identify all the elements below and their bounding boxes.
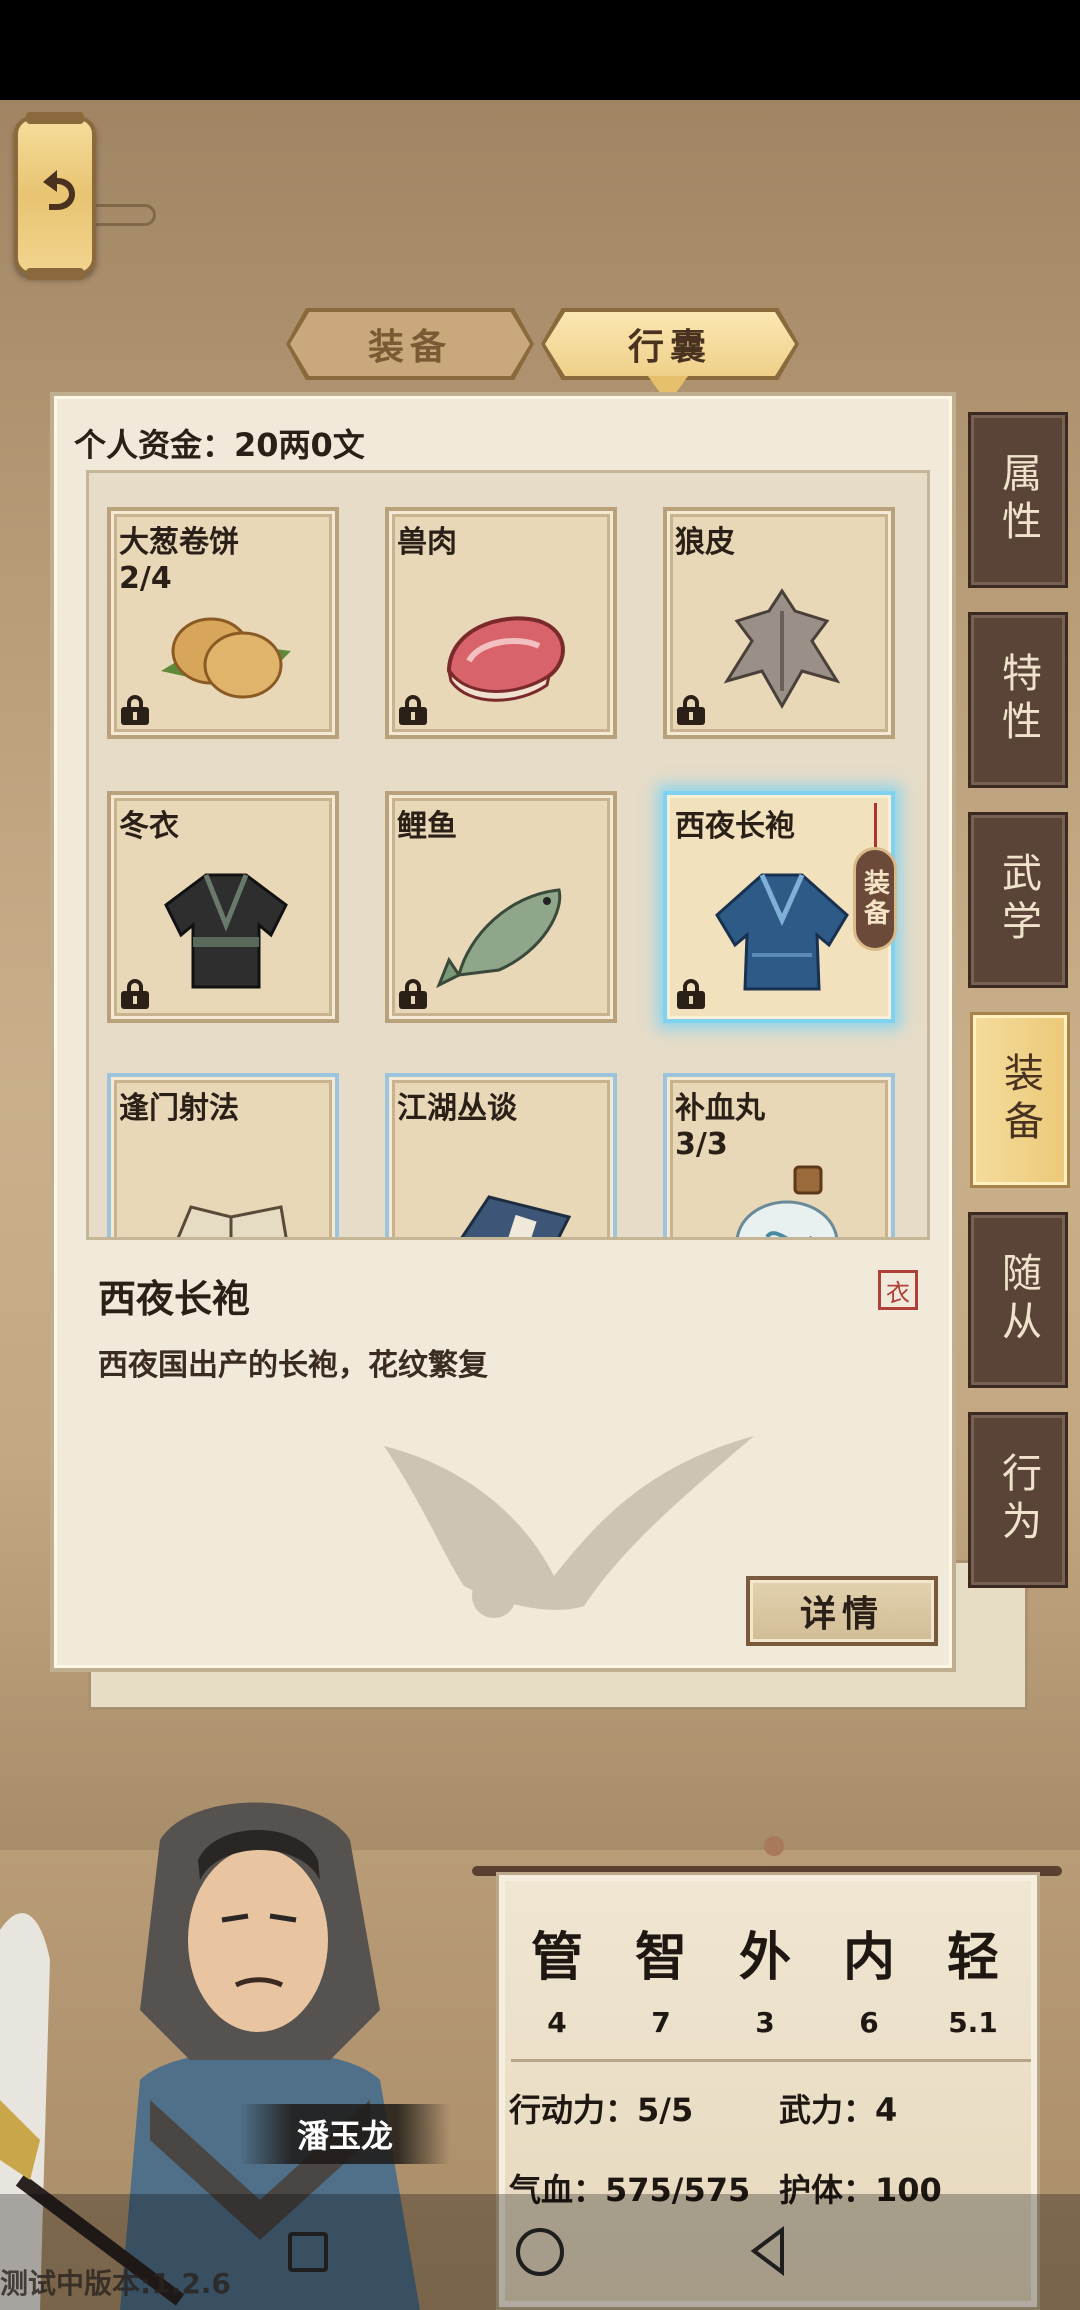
side-tab-equipment[interactable]: 装备: [970, 1012, 1070, 1188]
item-name: 鲤鱼: [397, 809, 457, 844]
equipped-tag: 装备: [853, 847, 897, 951]
funds-label: 个人资金：20两0文: [74, 426, 365, 464]
side-tab-attributes[interactable]: 属性: [968, 412, 1068, 588]
stat-value: 7: [651, 2006, 671, 2039]
stat-label: 外: [738, 1927, 791, 1988]
lock-icon: [399, 979, 427, 1009]
item-name: 冬衣: [119, 809, 179, 844]
back-arrow-icon: [29, 164, 81, 229]
status-bar: [0, 0, 1080, 100]
tab-equipment[interactable]: 装备: [290, 312, 530, 376]
scallion-pancake-icon: [161, 617, 291, 699]
lock-icon: [677, 979, 705, 1009]
side-tab-actions[interactable]: 行为: [968, 1412, 1068, 1588]
details-button[interactable]: 详情: [746, 1576, 938, 1646]
martial-power: 武力：4: [779, 2091, 898, 2129]
item-name: 西夜长袍: [675, 809, 795, 844]
side-tab-traits[interactable]: 特性: [968, 612, 1068, 788]
item-name: 逢门射法: [119, 1091, 239, 1126]
meat-icon: [446, 616, 565, 702]
stat-value: 5.1: [948, 2006, 998, 2039]
stat-manage: 管 4: [517, 1915, 597, 2039]
item-name: 狼皮: [675, 525, 735, 560]
stat-internal: 内 6: [829, 1915, 909, 2039]
lock-icon: [399, 695, 427, 725]
bird-decoration: [384, 1436, 754, 1618]
lock-icon: [121, 979, 149, 1009]
nav-back-button[interactable]: [748, 2226, 788, 2276]
bag-panel: 个人资金：20两0文 大葱卷饼 2/4 兽肉 狼皮 冬衣 鲤鱼 西夜长袍 装备 …: [50, 392, 956, 1672]
item-slot-carp[interactable]: 鲤鱼: [385, 791, 617, 1023]
item-grid[interactable]: 大葱卷饼 2/4 兽肉 狼皮 冬衣 鲤鱼 西夜长袍 装备 逢门射法 江湖丛谈 补…: [86, 470, 930, 1240]
stat-value: 3: [755, 2006, 775, 2039]
version-label: 测试中版本:1.2.6: [0, 2267, 231, 2300]
book-icon: [176, 1205, 288, 1237]
winter-robe-icon: [164, 873, 288, 989]
stat-value: 6: [859, 2006, 879, 2039]
blue-book-icon: [460, 1195, 572, 1237]
recent-apps-button[interactable]: [288, 2232, 328, 2272]
equip-tag-string: [874, 803, 877, 849]
item-type-badge: 衣: [878, 1270, 918, 1310]
carp-icon: [436, 888, 562, 989]
item-slot-meat[interactable]: 兽肉: [385, 507, 617, 739]
home-button[interactable]: [516, 2228, 564, 2276]
scroll-knob: [764, 1836, 784, 1856]
side-tab-martial-arts[interactable]: 武学: [968, 812, 1068, 988]
stat-label: 管: [530, 1927, 583, 1988]
item-name: 江湖丛谈: [397, 1091, 517, 1126]
item-detail-title: 西夜长袍: [98, 1277, 251, 1321]
stat-label: 内: [842, 1927, 895, 1988]
stat-label: 智: [634, 1927, 687, 1988]
item-name: 兽肉: [397, 525, 457, 560]
item-slot-scallion-pancake[interactable]: 大葱卷饼 2/4: [107, 507, 339, 739]
side-tab-followers[interactable]: 随从: [968, 1212, 1068, 1388]
item-slot-wolf-pelt[interactable]: 狼皮: [663, 507, 895, 739]
lock-icon: [121, 695, 149, 725]
cloud-decoration: [96, 204, 156, 226]
stat-agility: 轻 5.1: [933, 1915, 1013, 2039]
stat-value: 4: [547, 2006, 567, 2039]
stat-label: 轻: [946, 1927, 999, 1988]
item-name: 补血丸: [675, 1091, 765, 1126]
potion-bottle-icon: [735, 1165, 839, 1237]
stats-divider: [511, 2059, 1031, 2062]
stat-intelligence: 智 7: [621, 1915, 701, 2039]
item-slot-blue-robe[interactable]: 西夜长袍 装备: [663, 791, 897, 1023]
item-name: 大葱卷饼: [119, 525, 239, 560]
tab-bag[interactable]: 行囊: [545, 312, 795, 376]
back-button[interactable]: [14, 112, 96, 280]
action-power: 行动力：5/5: [509, 2091, 694, 2129]
blue-robe-icon: [715, 873, 849, 991]
item-slot-archery-book[interactable]: 逢门射法: [107, 1073, 339, 1237]
item-slot-blood-pill[interactable]: 补血丸 3/3: [663, 1073, 895, 1237]
stat-external: 外 3: [725, 1915, 805, 2039]
item-slot-jianghu-book[interactable]: 江湖丛谈: [385, 1073, 617, 1237]
character-name: 潘玉龙: [240, 2104, 450, 2164]
wolf-pelt-icon: [723, 588, 841, 710]
item-description: 西夜国出产的长袍，花纹繁复: [98, 1348, 488, 1383]
lock-icon: [677, 695, 705, 725]
item-slot-winter-robe[interactable]: 冬衣: [107, 791, 339, 1023]
